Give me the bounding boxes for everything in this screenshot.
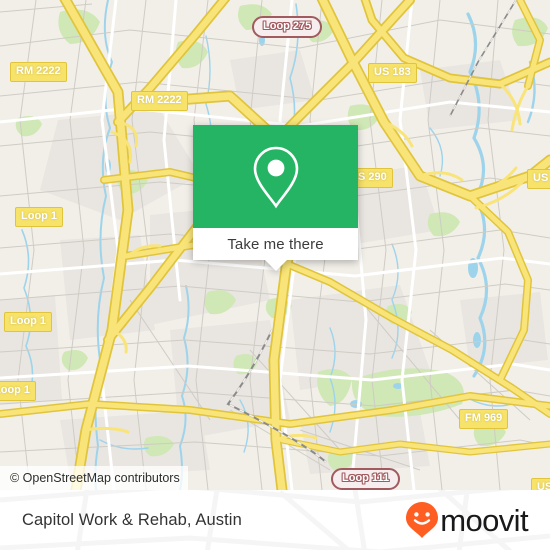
- map-pin-icon: [253, 146, 298, 208]
- road-shield-label: US: [531, 478, 550, 490]
- road-shield-label: RM 2222: [10, 62, 67, 82]
- road-shield-label: FM 969: [459, 409, 509, 429]
- road-shield-label: RM 2222: [131, 91, 188, 111]
- road-shield-label: Loop 111: [331, 468, 401, 490]
- take-me-there-button[interactable]: Take me there: [193, 228, 358, 260]
- map-attribution[interactable]: © OpenStreetMap contributors: [0, 466, 188, 490]
- footer-bar: Capitol Work & Rehab, Austin moovit: [0, 490, 550, 550]
- place-title: Capitol Work & Rehab, Austin: [22, 510, 242, 529]
- moovit-place-map-page: Loop 275 RM 2222 US 183 RM 2222 US 290 US Loop…: [0, 0, 550, 550]
- road-shield-label: Loop 1: [0, 381, 37, 401]
- map-canvas[interactable]: Loop 275 RM 2222 US 183 RM 2222 US 290 US Loop…: [0, 0, 550, 490]
- popup-pointer: [264, 260, 287, 271]
- road-shield-label: US: [527, 169, 550, 189]
- road-shield-label: Loop 275: [252, 16, 323, 38]
- moovit-wordmark: moovit: [440, 502, 528, 538]
- place-popup-card[interactable]: Take me there: [193, 125, 358, 271]
- moovit-logo[interactable]: moovit: [405, 501, 529, 539]
- road-shield-label: Loop 1: [15, 207, 64, 227]
- moovit-smile-pin-icon: [406, 502, 439, 538]
- road-shield-label: Loop 1: [4, 312, 53, 332]
- popup-image-area: [193, 125, 358, 228]
- road-shield-label: US 183: [368, 63, 417, 83]
